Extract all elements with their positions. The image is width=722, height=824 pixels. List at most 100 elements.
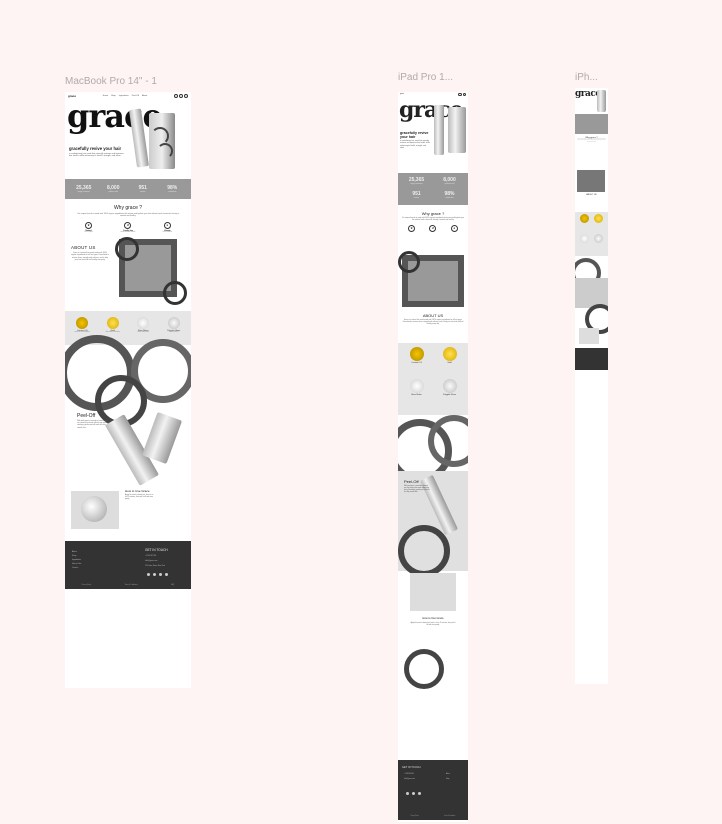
frame-label-ipad[interactable]: iPad Pro 1... [398,72,453,83]
ipad-why: Why grace ? Our unique formula is made w… [398,205,468,251]
how-to-title: How to Use Grace [125,488,150,493]
stat-value: 25,365 [408,177,425,183]
footer-link[interactable]: Shop [72,555,81,557]
stat-item: 98% satisfaction [158,185,188,193]
ingredient-item[interactable]: Polyglot Glaze locks in moisture [159,316,190,339]
frame-label-mac[interactable]: MacBook Pro 14" - 1 [65,76,157,87]
ingredient-item[interactable]: Coconut Oil [400,347,433,379]
frame-macbook[interactable]: grace Home Shop Ingredients Peel-Off Abo… [65,92,191,688]
ipad-peel-text: With peel grace's innovative formula, yo… [404,486,430,493]
swirl-decoration [157,143,173,159]
stat-item: 25,365 happy customers [400,177,433,187]
ingredient-item[interactable]: Gold [433,347,466,379]
facebook-icon[interactable] [153,572,156,576]
ipad-contact-phone[interactable]: +1 234 567 890 [404,774,414,775]
swirl-decoration [163,280,187,305]
ingredient-item[interactable]: Shea Butter [400,379,433,411]
peel-title: Peel-Off [77,412,96,419]
ipad-contact-email[interactable]: hello@grace.com [404,779,415,780]
feature-item: ● [447,225,461,233]
search-icon[interactable] [458,92,462,97]
swirl-decoration [398,251,420,273]
stat-item: 8,000 products sold [433,177,466,187]
feature-item: ❦ [405,225,419,233]
contact-address[interactable]: 123 Grace Street, New York [145,566,165,567]
ipad-footer: GET IN TOUCH +1 234 567 890 hello@grace.… [398,760,468,820]
ipad-peel: Peel-Off With peel grace's innovative fo… [398,415,468,655]
iphone-peel [575,256,608,348]
ingredient-desc: softens and protects [137,331,150,333]
ipad-how-title: How to Use Grace [422,617,444,620]
get-in-touch-title: GET IN TOUCH [145,547,168,552]
ipad-peel-title: Peel-Off [404,479,419,484]
search-icon[interactable] [173,93,178,98]
privacy-link[interactable]: Privacy Policy [82,585,91,586]
ipad-footer-link[interactable]: About [446,774,450,775]
about-title: ABOUT US [71,244,96,250]
footer: About Shop Ingredients How to Use Contac… [65,540,191,589]
ipad-nav-logo[interactable]: grace [400,94,404,95]
ipad-footer-bottom: Privacy Policy Terms & Conditions [398,816,468,817]
footer-link[interactable]: About [72,551,81,553]
stat-label: products sold [108,192,118,193]
contact-email[interactable]: hello@grace.com [145,561,157,562]
social-icons [147,572,168,576]
terms-link[interactable]: Terms & Conditions [125,585,138,586]
ingredient-desc: locks in moisture [168,331,179,333]
iphone-why: Why grace ? Our unique formula is made w… [575,134,608,168]
ipad-hero-description: a revolutionary hair mask that naturally… [400,140,430,150]
instagram-icon[interactable] [406,792,409,795]
twitter-icon[interactable] [418,792,421,795]
ipad-feature-row: ❦ ⊘ ● [401,225,465,233]
swirl-decoration [115,236,139,261]
footer-link[interactable]: Contact [72,567,81,569]
stat-value: 951 [412,191,421,197]
stat-label: reviews [140,192,146,193]
footer-links: About Shop Ingredients How to Use Contac… [72,551,81,571]
ipad-jar-image [410,573,456,611]
iphone-ingredients [575,212,608,256]
terms-link[interactable]: Terms & Conditions [444,816,455,817]
frame-ipad[interactable]: grace grace gracefully revive your hair … [398,92,468,822]
ipad-box-image [448,107,466,153]
why-section: Why grace ? Our unique formula is made w… [65,199,191,237]
tiktok-icon[interactable] [165,572,168,576]
footer-link[interactable]: Ingredients [72,559,81,561]
feature-sub: rich in nutrients [162,231,173,233]
gold-image [106,316,119,329]
cart-icon[interactable] [183,93,188,98]
ipad-bottle-image [434,105,444,155]
leaf-icon: ❦ [85,221,93,229]
frame-label-iphone[interactable]: iPh... [575,72,598,83]
stat-label: happy customers [410,184,423,185]
frame-iphone[interactable]: grace Why grace ? Our unique formula is … [575,88,608,684]
stat-label: satisfaction [445,198,454,199]
how-to-text: Apply the mask to damp hair, leave it on… [125,494,154,501]
privacy-link[interactable]: Privacy Policy [411,816,419,817]
instagram-icon[interactable] [147,572,150,576]
ipad-why-title: Why grace ? [421,211,445,216]
ipad-footer-link[interactable]: Shop [446,779,449,780]
stat-value: 25,365 [76,185,92,191]
footer-link[interactable]: How to Use [72,563,81,565]
ipad-get-in-touch: GET IN TOUCH [402,766,421,769]
footer-bottom: Privacy Policy Terms & Conditions FAQ [65,585,191,586]
coconut-oil-image [409,347,424,361]
hero-brand-wordmark: grace [67,97,163,135]
iphone-product-image [597,90,606,112]
faq-link[interactable]: FAQ [171,585,174,586]
why-title: Why grace ? [113,205,143,211]
stat-value: 98% [444,191,455,197]
iphone-footer [575,348,608,370]
cart-icon[interactable] [462,92,466,97]
facebook-icon[interactable] [412,792,415,795]
ingredient-item[interactable]: Shea Butter softens and protects [128,316,159,339]
coconut-oil-image [76,316,89,329]
ipad-ingredients: Coconut Oil Gold Shea Butter Polyglot Gl… [398,343,468,415]
twitter-icon[interactable] [159,572,162,576]
user-icon[interactable] [178,93,183,98]
gold-image [442,347,457,361]
shea-butter-image [579,234,589,243]
contact-phone[interactable]: +1 234 567 890 [145,556,156,557]
ingredient-item[interactable]: Polyglot Glaze [433,379,466,411]
